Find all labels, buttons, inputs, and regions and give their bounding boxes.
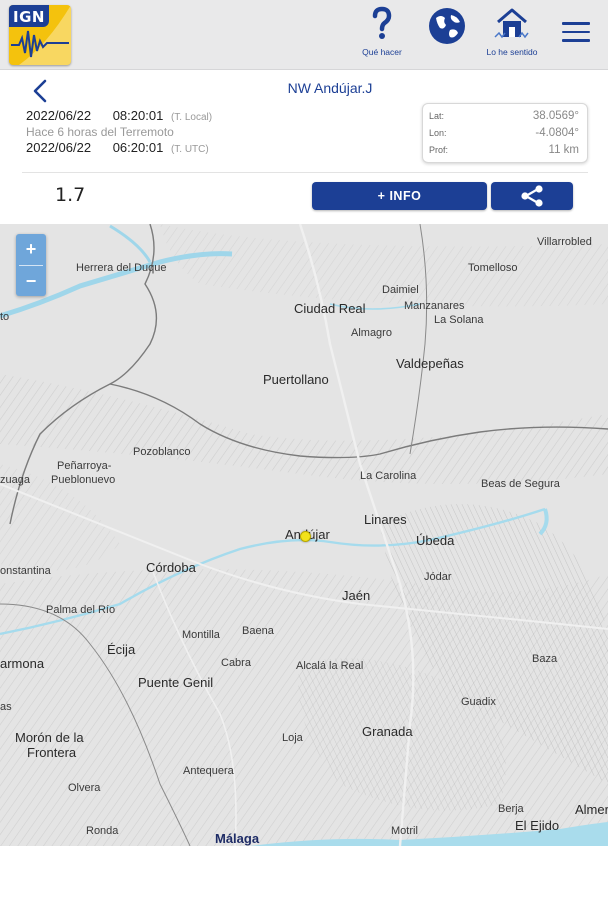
map-place-label: Granada: [362, 724, 413, 739]
map-place-label: Linares: [364, 512, 407, 527]
zoom-out-button[interactable]: −: [16, 266, 46, 296]
latitude-value: 38.0569°: [532, 110, 579, 122]
map-place-label: Puente Genil: [138, 675, 214, 690]
utc-date: 2022/06/22: [26, 140, 92, 155]
longitude-row: Lon: -4.0804°: [429, 126, 581, 143]
depth-label: Prof:: [429, 145, 449, 155]
map-place-label: Berja: [498, 803, 524, 815]
map-place-label: Motril: [391, 825, 418, 837]
longitude-label: Lon:: [429, 128, 447, 138]
map-place-label: El Ejido: [515, 818, 560, 833]
epicenter-marker[interactable]: [300, 531, 311, 542]
map-place-label: Úbeda: [416, 533, 455, 548]
depth-row: Prof: 11 km: [429, 143, 581, 160]
map-place-label: Ronda: [86, 825, 119, 837]
divider: [22, 172, 588, 173]
ign-logo[interactable]: IGN: [9, 5, 71, 65]
utc-time: 06:20:01: [112, 140, 164, 155]
what-to-do-label: Qué hacer: [362, 47, 402, 57]
local-date: 2022/06/22: [26, 108, 92, 123]
i-felt-it-label: Lo he sentido: [486, 47, 538, 57]
map-place-label: Alcalá la Real: [296, 660, 364, 672]
map-place-label: Daimiel: [382, 284, 419, 296]
magnitude-value: 1.7: [55, 184, 86, 206]
map-place-label: Ciudad Real: [294, 301, 366, 316]
map-place-label: Manzanares: [404, 300, 465, 312]
map-place-label: Cabra: [221, 657, 251, 669]
map-place-label: Pozoblanco: [133, 446, 191, 458]
map-place-label: Villarrobled: [537, 236, 592, 248]
map-place-label: zuaga: [0, 474, 30, 486]
map-place-label: Almer: [575, 802, 608, 817]
map-place-label: Beas de Segura: [481, 478, 560, 490]
map-place-label: Málaga: [215, 831, 260, 846]
map-place-label: Herrera del Duque: [76, 262, 167, 274]
zoom-control: + −: [16, 234, 46, 296]
longitude-value: -4.0804°: [535, 127, 579, 139]
map-view[interactable]: + − Villarrobled Herrera del Duque Tomel…: [0, 224, 608, 846]
map-place-label: La Solana: [434, 314, 484, 326]
map-place-label: Guadix: [461, 696, 496, 708]
time-ago: Hace 6 horas del Terremoto: [26, 125, 174, 139]
share-icon: [521, 185, 543, 207]
map-place-label: Morón de la: [15, 730, 84, 745]
i-felt-it-button[interactable]: Lo he sentido: [480, 6, 544, 57]
map-place-label: Olvera: [68, 782, 101, 794]
map-place-label: armona: [0, 656, 45, 671]
house-felt-icon: [494, 8, 529, 39]
latitude-label: Lat:: [429, 111, 445, 121]
map-place-label: Baza: [532, 653, 558, 665]
latitude-row: Lat: 38.0569°: [429, 109, 581, 126]
globe-button[interactable]: [415, 6, 479, 51]
map-place-label: Écija: [107, 642, 136, 657]
map-place-label: La Carolina: [360, 470, 417, 482]
coordinates-card: Lat: 38.0569° Lon: -4.0804° Prof: 11 km: [422, 103, 588, 163]
utc-time-row: 2022/06/22 06:20:01 (T. UTC): [26, 140, 209, 155]
app-header: IGN Qué hacer Lo he sentido: [0, 0, 608, 70]
map-place-label: to: [0, 311, 10, 323]
local-time-row: 2022/06/22 08:20:01 (T. Local): [26, 108, 212, 123]
local-time: 08:20:01: [112, 108, 164, 123]
hamburger-menu-icon[interactable]: [562, 22, 590, 46]
map-place-label: Puertollano: [263, 372, 329, 387]
local-tz: (T. Local): [170, 112, 213, 123]
map-place-label: Palma del Río: [46, 604, 116, 616]
depth-value: 11 km: [548, 144, 579, 156]
event-title: NW Andújar.J: [287, 80, 373, 96]
map-place-label: Peñarroya-: [57, 460, 112, 472]
map-place-label: Baena: [242, 625, 274, 637]
map-place-label: Jódar: [424, 571, 452, 583]
logo-text: IGN: [13, 8, 45, 26]
map-place-label: onstantina: [0, 565, 51, 577]
back-arrow-icon[interactable]: [28, 78, 52, 104]
map-place-label: Almagro: [351, 327, 392, 339]
map-place-label: Córdoba: [146, 560, 196, 575]
map-place-label: Frontera: [27, 745, 77, 760]
map-place-label: Antequera: [183, 765, 234, 777]
map-place-label: Tomelloso: [468, 262, 518, 274]
map-place-label: Loja: [282, 732, 303, 744]
zoom-in-button[interactable]: +: [16, 234, 46, 264]
map-place-label: Montilla: [182, 629, 220, 641]
question-icon: [372, 6, 392, 39]
map-place-label: Jaén: [342, 588, 371, 603]
map-place-label: Pueblonuevo: [51, 474, 116, 486]
map-place-label: Valdepeñas: [396, 356, 464, 371]
globe-icon: [429, 8, 465, 44]
map-place-label: as: [0, 701, 12, 713]
utc-tz: (T. UTC): [170, 144, 209, 155]
what-to-do-button[interactable]: Qué hacer: [350, 6, 414, 57]
more-info-button[interactable]: + INFO: [312, 182, 487, 210]
share-button[interactable]: [491, 182, 573, 210]
